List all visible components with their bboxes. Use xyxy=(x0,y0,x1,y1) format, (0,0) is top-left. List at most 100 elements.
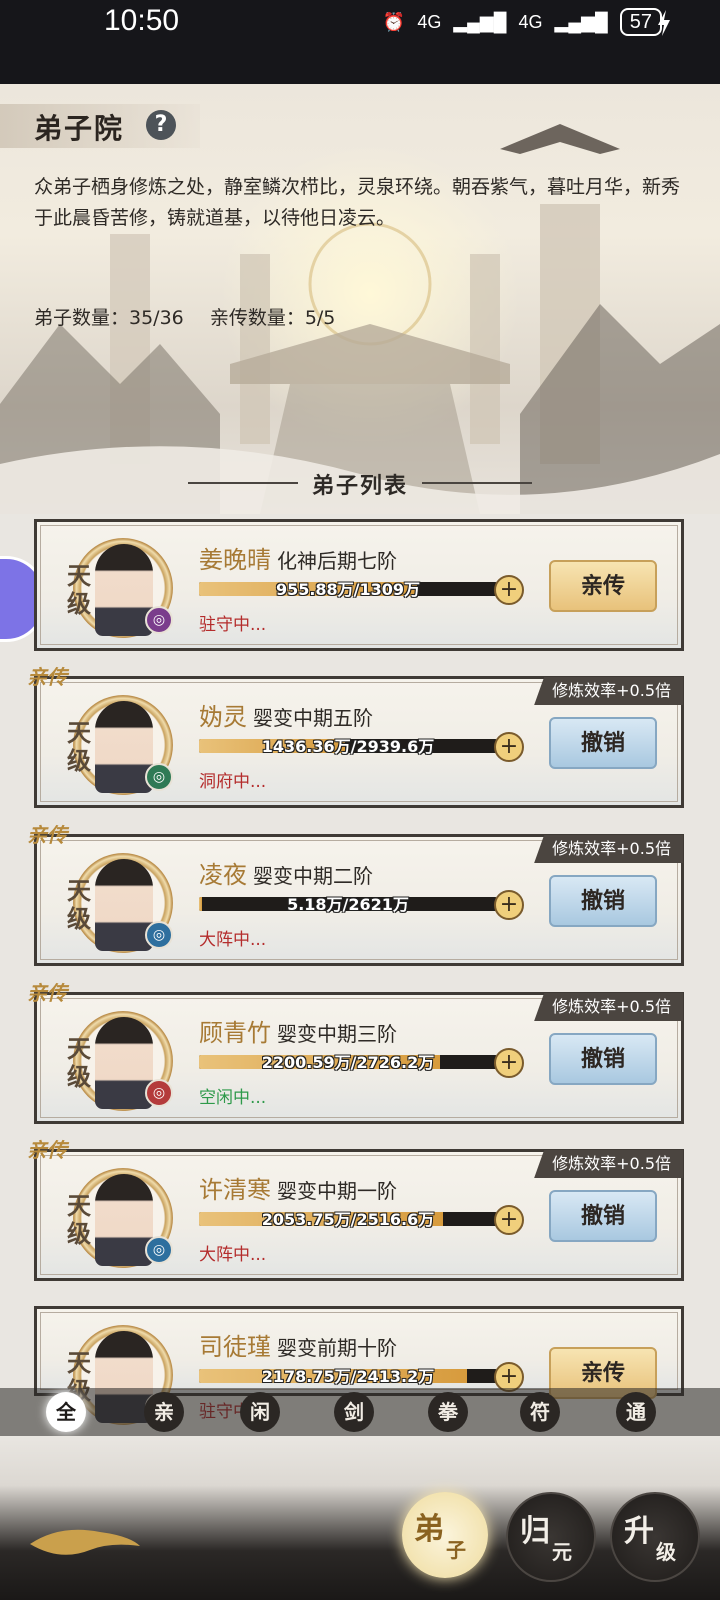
filter-bar: 全亲闲剑拳符通 xyxy=(0,1388,720,1436)
page-title: 弟子院 xyxy=(34,112,125,145)
revoke-button[interactable]: 撤销 xyxy=(549,717,657,769)
disciple-card[interactable]: 天级 ◎ 顾青竹 婴变中期三阶 2200.59万/2726.2万 + 空闲中...… xyxy=(27,981,684,1124)
disciple-name-text: 顾青竹 xyxy=(199,1019,271,1047)
ice-crystal-icon: ◎ xyxy=(145,921,173,949)
disciple-card[interactable]: 天级 ◎ 凌夜 婴变中期二阶 5.18万/2621万 + 大阵中... 撤销 亲传… xyxy=(27,823,684,966)
nav-char: 子 xyxy=(446,1538,466,1562)
upgrade-tab[interactable]: 升级 xyxy=(610,1492,700,1582)
sect-description: 众弟子栖身修炼之处，静室鳞次栉比，灵泉环绕。朝吞紫气，暮吐月华，新秀于此晨昏苦修… xyxy=(34,176,681,229)
grade-label: 天级 xyxy=(67,561,91,618)
nav-char: 归 xyxy=(520,1514,550,1549)
add-progress-button[interactable]: + xyxy=(494,1048,524,1078)
cultivation-rank: 婴变中期三阶 xyxy=(277,1022,397,1046)
grade-label: 天级 xyxy=(67,1034,91,1091)
disciple-card[interactable]: 天级 ◎ 司徒瑾婴变前期十阶 2178.75万/2413.2万 + 驻守中...… xyxy=(34,1306,684,1425)
add-progress-button[interactable]: + xyxy=(494,575,524,605)
disciple-name-text: 妫灵 xyxy=(199,703,247,731)
disciple-name: 许清寒 婴变中期一阶 xyxy=(199,1170,397,1205)
nav-char: 弟 xyxy=(414,1512,444,1547)
signal-bars-icon: ▂▄▆█ xyxy=(453,11,507,32)
make-direct-button[interactable]: 亲传 xyxy=(549,560,657,612)
disciples-tab[interactable]: 弟子 xyxy=(402,1492,488,1578)
grade-label: 天级 xyxy=(67,1191,91,1248)
disciple-card[interactable]: 天级 ◎ 妫灵 婴变中期五阶 1436.36万/2939.6万 + 洞府中... … xyxy=(27,665,684,808)
counts-row: 弟子数量：35/36 亲传数量：5/5 xyxy=(34,303,355,330)
revoke-button[interactable]: 撤销 xyxy=(549,1033,657,1085)
wind-swirl-icon: ◎ xyxy=(145,763,173,791)
disciple-name-text: 凌夜 xyxy=(199,861,247,889)
status-bar: 10:50 ⏰ 4G ▂▄▆█ 4G ▂▄▆█ 57 xyxy=(0,0,720,84)
fire-icon: ◎ xyxy=(145,1079,173,1107)
cultivation-rate-badge: 修炼效率+0.5倍 xyxy=(534,677,683,705)
revoke-button[interactable]: 撤销 xyxy=(549,875,657,927)
alarm-icon: ⏰ xyxy=(382,11,406,32)
disciple-name-text: 司徒瑾 xyxy=(199,1333,271,1361)
return-tab[interactable]: 归元 xyxy=(506,1492,596,1582)
revoke-button[interactable]: 撤销 xyxy=(549,1190,657,1242)
cultivation-rate-badge: 修炼效率+0.5倍 xyxy=(534,835,683,863)
list-header: 弟子列表 xyxy=(0,464,720,500)
brush-stroke-decoration xyxy=(30,1529,140,1555)
progress-text: 5.18万/2621万 xyxy=(287,895,409,914)
nav-char: 级 xyxy=(656,1540,676,1564)
grade-label: 天级 xyxy=(67,718,91,775)
direct-disciple-tag: 亲传 xyxy=(27,981,67,1005)
status-icons: ⏰ 4G ▂▄▆█ 4G ▂▄▆█ 57 xyxy=(383,8,662,36)
list-header-title: 弟子列表 xyxy=(311,473,408,499)
disciple-name: 妫灵 婴变中期五阶 xyxy=(199,697,373,732)
disciple-name-text: 许清寒 xyxy=(199,1176,271,1204)
progress-text: 1436.36万/2939.6万 xyxy=(261,737,435,756)
disciple-name: 司徒瑾 婴变前期十阶 xyxy=(199,1327,397,1362)
disciple-status: 洞府中... xyxy=(199,772,267,792)
add-progress-button[interactable]: + xyxy=(494,732,524,762)
disciple-status: 大阵中... xyxy=(199,1245,267,1265)
charging-bolt-icon xyxy=(658,10,670,36)
signal-2: 4G xyxy=(518,11,543,32)
cultivation-rank: 婴变中期一阶 xyxy=(277,1179,397,1203)
cultivation-rate-badge: 修炼效率+0.5倍 xyxy=(534,993,683,1021)
progress-text: 955.88万/1309万 xyxy=(275,580,421,599)
cultivation-rate-badge: 修炼效率+0.5倍 xyxy=(534,1150,683,1178)
direct-disciple-tag: 亲传 xyxy=(27,665,67,689)
cultivation-rank: 婴变前期十阶 xyxy=(277,1336,397,1360)
divider xyxy=(422,482,532,484)
disciple-card[interactable]: 天级 ◎ 许清寒 婴变中期一阶 2053.75万/2516.6万 + 大阵中...… xyxy=(27,1138,684,1281)
status-time: 10:50 xyxy=(104,4,180,37)
disciple-card[interactable]: 天级 ◎ 姜晚晴 化神后期七阶 955.88万/1309万 + 驻守中... 亲传 xyxy=(34,519,684,651)
direct-disciple-tag: 亲传 xyxy=(27,1138,67,1162)
sect-scene-background xyxy=(0,84,720,514)
filter-tab[interactable]: 拳 xyxy=(428,1392,468,1432)
filter-tab[interactable]: 符 xyxy=(520,1392,560,1432)
filter-tab[interactable]: 闲 xyxy=(240,1392,280,1432)
nav-char: 元 xyxy=(552,1540,572,1564)
water-swirl-icon: ◎ xyxy=(145,606,173,634)
filter-tab[interactable]: 亲 xyxy=(144,1392,184,1432)
signal-1: 4G xyxy=(417,11,442,32)
progress-text: 2053.75万/2516.6万 xyxy=(261,1210,435,1229)
filter-tab[interactable]: 全 xyxy=(46,1392,86,1432)
grade-label: 天级 xyxy=(67,876,91,933)
filter-tab[interactable]: 剑 xyxy=(334,1392,374,1432)
disciple-status: 大阵中... xyxy=(199,930,267,950)
signal-bars-icon: ▂▄▆█ xyxy=(554,11,608,32)
temple-illustration xyxy=(0,124,720,514)
ice-crystal-icon: ◎ xyxy=(145,1236,173,1264)
direct-disciple-count: 亲传数量：5/5 xyxy=(209,307,336,329)
nav-char: 升 xyxy=(624,1514,654,1549)
disciple-status: 驻守中... xyxy=(199,615,267,635)
disciple-name: 姜晚晴 化神后期七阶 xyxy=(199,540,397,575)
progress-text: 2178.75万/2413.2万 xyxy=(261,1367,435,1386)
direct-disciple-tag: 亲传 xyxy=(27,823,67,847)
cultivation-rank: 化神后期七阶 xyxy=(277,549,397,573)
add-progress-button[interactable]: + xyxy=(494,890,524,920)
help-icon[interactable]: ? xyxy=(146,110,176,140)
add-progress-button[interactable]: + xyxy=(494,1205,524,1235)
disciple-name-text: 姜晚晴 xyxy=(199,546,271,574)
filter-tab[interactable]: 通 xyxy=(616,1392,656,1432)
disciple-name: 凌夜 婴变中期二阶 xyxy=(199,855,373,890)
disciple-name: 顾青竹 婴变中期三阶 xyxy=(199,1013,397,1048)
cultivation-rank: 婴变中期二阶 xyxy=(253,864,373,888)
disciple-count: 弟子数量：35/36 xyxy=(34,307,184,329)
cultivation-rank: 婴变中期五阶 xyxy=(253,706,373,730)
bottom-nav xyxy=(0,1436,720,1600)
